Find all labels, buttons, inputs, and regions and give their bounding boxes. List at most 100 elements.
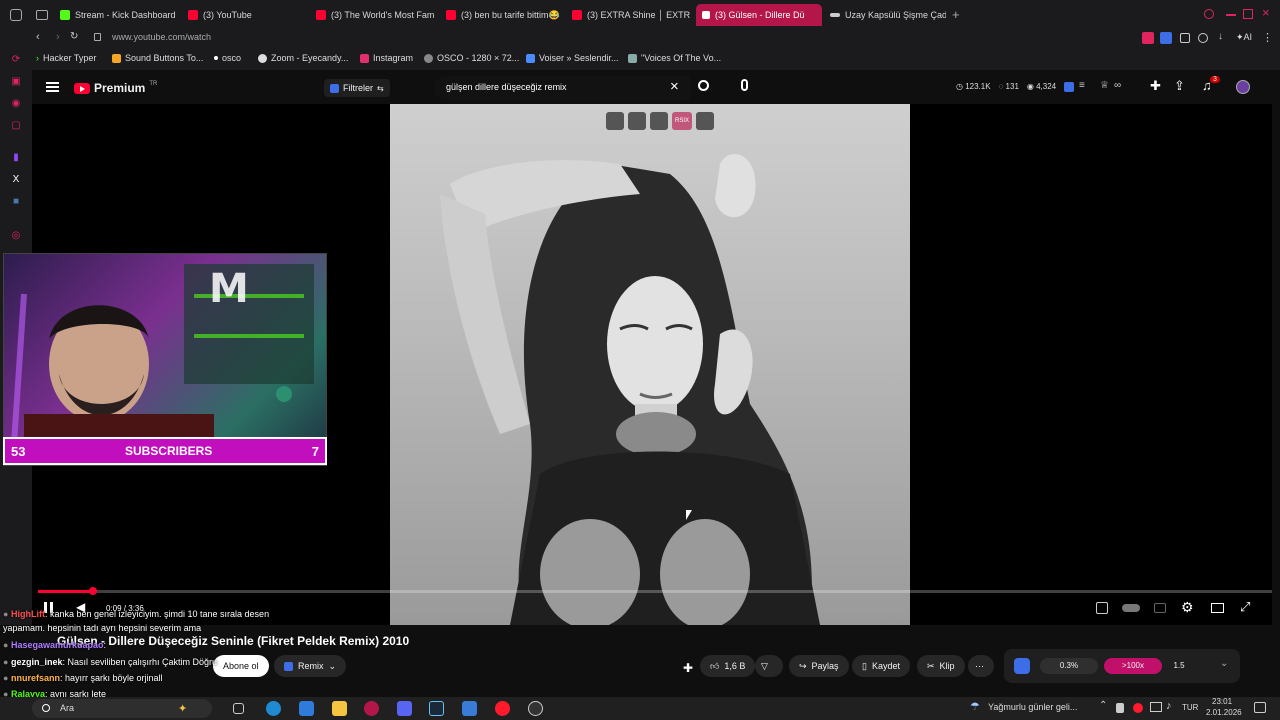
notification-center-icon[interactable] [1254, 702, 1266, 713]
tab-uzay-kapsulu[interactable]: Uzay Kapsülü Şişme Çadır [824, 4, 946, 26]
sidebar-twitch-icon[interactable]: ▮ [10, 152, 22, 164]
clear-search-icon[interactable]: × [670, 78, 679, 95]
autoplay-toggle[interactable] [1122, 604, 1140, 612]
share-button[interactable]: ↪ Paylaş [789, 655, 849, 677]
tray-chevron-icon[interactable]: ⌃ [1099, 700, 1107, 711]
speaker-icon[interactable]: ♪ [1166, 700, 1172, 712]
chevron-down-icon[interactable]: ⌄ [1220, 658, 1228, 669]
filter-button[interactable]: Filtreler ⇆ [324, 79, 390, 97]
create-icon[interactable]: ✚ [1150, 78, 1161, 94]
extensions-icon[interactable] [1142, 32, 1154, 44]
discord-icon[interactable] [397, 701, 412, 716]
edge-icon[interactable] [266, 701, 281, 716]
youtube-premium-logo[interactable]: Premium TR [74, 81, 157, 95]
bookmark-voices[interactable]: "Voices Of The Vo... [628, 53, 721, 63]
clip-button[interactable]: ✂ Klip [917, 655, 965, 677]
tab-tarife[interactable]: (3) ben bu tarife bittim😂 [440, 4, 568, 26]
sidebar-vk-icon[interactable]: ■ [10, 196, 22, 208]
settings-icon[interactable]: ⚙ [1181, 599, 1194, 616]
sidebar-record-icon[interactable]: ◎ [10, 230, 22, 242]
search-box[interactable]: gülşen dillere düşeceğiz remix × [434, 76, 690, 100]
tab-list-icon[interactable] [36, 10, 48, 20]
sidebar-tabs-icon[interactable]: ⟳ [10, 54, 22, 66]
tab-worlds-most-famous[interactable]: (3) The World's Most Fam [310, 4, 438, 26]
tab-extra-shine[interactable]: (3) EXTRA Shine │ EXTR [566, 4, 694, 26]
profile-icon[interactable] [1198, 33, 1208, 43]
minimize-icon[interactable] [1226, 14, 1236, 16]
tray-opera-icon[interactable] [1133, 703, 1143, 713]
clock-time[interactable]: 23:01 [1212, 697, 1232, 706]
bookmark-zoom[interactable]: Zoom - Eyecandy... [258, 53, 348, 63]
puzzle-icon[interactable] [1180, 33, 1190, 43]
bookmark-osco[interactable]: osco [214, 53, 241, 63]
tab-gulsen-active[interactable]: (3) Gülsen - Dillere Dü [696, 4, 822, 26]
network-icon[interactable] [1150, 702, 1162, 712]
opera-icon[interactable] [495, 701, 510, 716]
subscribe-button[interactable]: Abone ol [213, 655, 269, 677]
list-icon[interactable]: ≡ [1079, 80, 1085, 91]
url-field[interactable]: www.youtube.com/watch [112, 32, 211, 42]
progress-scrubber[interactable] [89, 587, 97, 595]
more-actions-button[interactable]: ⋯ [968, 655, 994, 677]
ai-icon[interactable]: ✦AI [1236, 32, 1252, 43]
language-indicator[interactable]: TUR [1182, 703, 1198, 712]
trophy-icon[interactable]: ♕ [1100, 80, 1109, 91]
bookmark-sound-buttons[interactable]: Sound Buttons To... [112, 53, 203, 63]
avatar[interactable] [1236, 80, 1250, 94]
settings-app-icon[interactable] [462, 701, 477, 716]
tray-app-icon[interactable] [1116, 703, 1124, 713]
reload-icon[interactable]: ↻ [70, 31, 78, 42]
file-explorer-icon[interactable] [332, 701, 347, 716]
overlay-skip-icon[interactable] [650, 112, 668, 130]
hamburger-menu-icon[interactable] [46, 82, 59, 92]
search-tabs-icon[interactable] [1204, 9, 1214, 19]
dislike-button[interactable]: ▽ [755, 655, 783, 677]
maximize-icon[interactable] [1243, 9, 1253, 19]
bookmark-instagram[interactable]: Instagram [360, 53, 413, 63]
iq-extension-icon[interactable] [1064, 82, 1074, 92]
subtitles-icon[interactable] [1154, 603, 1166, 613]
extension-icon[interactable] [1160, 32, 1172, 44]
obs-icon[interactable] [528, 701, 543, 716]
microphone-icon[interactable] [741, 79, 748, 91]
clock-date[interactable]: 2.01.2026 [1206, 708, 1242, 717]
upload-icon[interactable]: ⇪ [1174, 78, 1185, 94]
progress-bar[interactable] [38, 590, 1272, 593]
search-input[interactable]: gülşen dillere düşeceğiz remix [446, 82, 567, 92]
bookmark-voiser[interactable]: Voiser » Seslendir... [526, 53, 619, 63]
sidebar-instagram-icon[interactable]: ▢ [10, 120, 22, 132]
taskbar-search[interactable]: Ara ✦ [32, 699, 212, 718]
steam-icon[interactable] [429, 701, 444, 716]
link-icon[interactable]: ∞ [1114, 80, 1121, 91]
download-icon[interactable]: ↓ [1218, 31, 1223, 42]
sidebar-chat-icon[interactable]: ◉ [10, 98, 22, 110]
weather-text[interactable]: Yağmurlu günler geli... [988, 702, 1077, 712]
overlay-exit-icon[interactable] [628, 112, 646, 130]
like-button[interactable]: 👍︎ 1,6 B [700, 655, 756, 677]
overlay-badge[interactable]: RSIX [672, 112, 693, 130]
workspace-icon[interactable] [10, 9, 22, 21]
fullscreen-icon[interactable]: ⤢ [1240, 599, 1250, 615]
opera-gx-icon[interactable] [364, 701, 379, 716]
forward-icon[interactable]: › [56, 31, 60, 43]
tab-kick-dashboard[interactable]: Stream - Kick Dashboard [54, 4, 184, 26]
menu-dots-icon[interactable]: ⋮ [1262, 31, 1273, 44]
sidebar-messenger-icon[interactable]: ▣ [10, 76, 22, 88]
remix-button[interactable]: Remix ⌄ [274, 655, 347, 677]
app-icon-blue[interactable] [299, 701, 314, 716]
task-view-icon[interactable] [233, 703, 244, 714]
overlay-copy-icon[interactable] [606, 112, 624, 130]
new-tab-icon[interactable]: + [952, 7, 960, 22]
sidebar-x-icon[interactable]: X [10, 174, 22, 186]
back-icon[interactable]: ‹ [36, 31, 40, 43]
overlay-window-icon[interactable] [696, 112, 715, 130]
iq-player-icon[interactable] [1096, 602, 1108, 614]
tab-youtube[interactable]: (3) YouTube [182, 4, 312, 26]
close-window-icon[interactable]: × [1262, 5, 1270, 20]
bookmark-osco-1280[interactable]: OSCO - 1280 × 72... [424, 53, 519, 63]
search-icon[interactable] [698, 80, 709, 91]
save-button[interactable]: ▯ Kaydet [852, 655, 910, 677]
theater-mode-icon[interactable] [1211, 603, 1224, 613]
bookmark-hacker-typer[interactable]: › Hacker Typer [36, 53, 96, 63]
extension-icon[interactable]: ✚ [683, 661, 693, 675]
